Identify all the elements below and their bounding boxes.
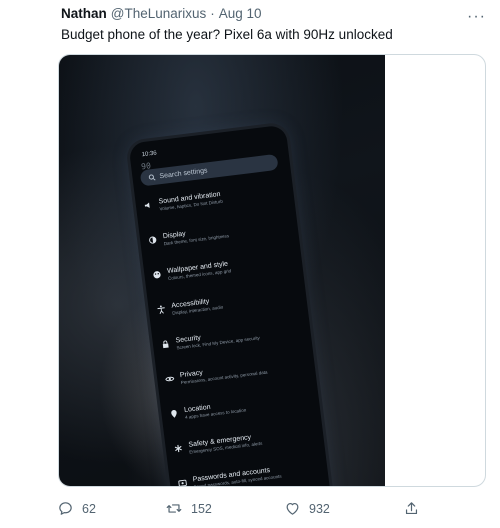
palette-icon bbox=[153, 271, 161, 279]
settings-item: Safety & emergency Emergency SOS, medical… bbox=[173, 427, 314, 457]
retweet-button[interactable]: 152 bbox=[165, 500, 212, 517]
heart-icon bbox=[286, 502, 299, 515]
brightness-icon bbox=[149, 236, 157, 244]
lock-icon bbox=[162, 340, 169, 349]
settings-item: Passwords and accounts Saved passwords, a… bbox=[177, 461, 318, 486]
settings-item: Sound and vibration Volume, haptics, Do N… bbox=[143, 183, 284, 213]
settings-search-placeholder: Search settings bbox=[159, 166, 208, 180]
separator-dot: · bbox=[210, 6, 215, 21]
phone-status-time: 10:36 bbox=[141, 150, 158, 159]
reply-count: 62 bbox=[82, 501, 96, 516]
settings-item: Location 4 apps have access to location bbox=[169, 392, 310, 422]
like-button[interactable]: 932 bbox=[284, 500, 330, 517]
eye-icon bbox=[165, 376, 175, 382]
reply-button[interactable]: 62 bbox=[57, 500, 96, 517]
tweet-header: Nathan @TheLunarixus · Aug 10 bbox=[61, 6, 262, 21]
tweet-text: Budget phone of the year? Pixel 6a with … bbox=[61, 27, 393, 42]
photo[interactable]: 10:36 90 Search settings Sound and vibra… bbox=[59, 55, 385, 486]
asterisk-icon bbox=[174, 444, 182, 453]
reply-icon bbox=[59, 502, 72, 515]
retweet-count: 152 bbox=[191, 501, 212, 516]
accessibility-icon bbox=[157, 305, 165, 314]
share-button[interactable] bbox=[403, 500, 420, 517]
tweet-media[interactable]: 10:36 90 Search settings Sound and vibra… bbox=[58, 54, 486, 487]
share-icon bbox=[405, 502, 418, 515]
volume-icon bbox=[144, 202, 150, 208]
settings-item: Wallpaper and style Colours, themed icons… bbox=[152, 253, 293, 283]
settings-item: Display Dark theme, font size, brightness bbox=[148, 218, 289, 248]
tweet-actions: 62 152 932 bbox=[0, 500, 500, 520]
location-icon bbox=[171, 409, 177, 418]
like-count: 932 bbox=[309, 501, 330, 516]
more-options-icon[interactable]: ··· bbox=[467, 8, 486, 26]
search-icon bbox=[148, 173, 156, 180]
settings-item: Privacy Permissions, account activity, pe… bbox=[165, 357, 306, 387]
author-name[interactable]: Nathan bbox=[61, 6, 107, 21]
tweet-date[interactable]: Aug 10 bbox=[219, 6, 262, 21]
settings-search-bar: Search settings bbox=[139, 153, 279, 187]
retweet-icon bbox=[166, 504, 182, 513]
account-icon bbox=[178, 479, 187, 486]
settings-item: Security Screen lock, Find My Device, app… bbox=[160, 322, 301, 352]
author-handle[interactable]: @TheLunarixus bbox=[111, 6, 207, 21]
settings-item: Accessibility Display, interaction, audio bbox=[156, 288, 297, 318]
